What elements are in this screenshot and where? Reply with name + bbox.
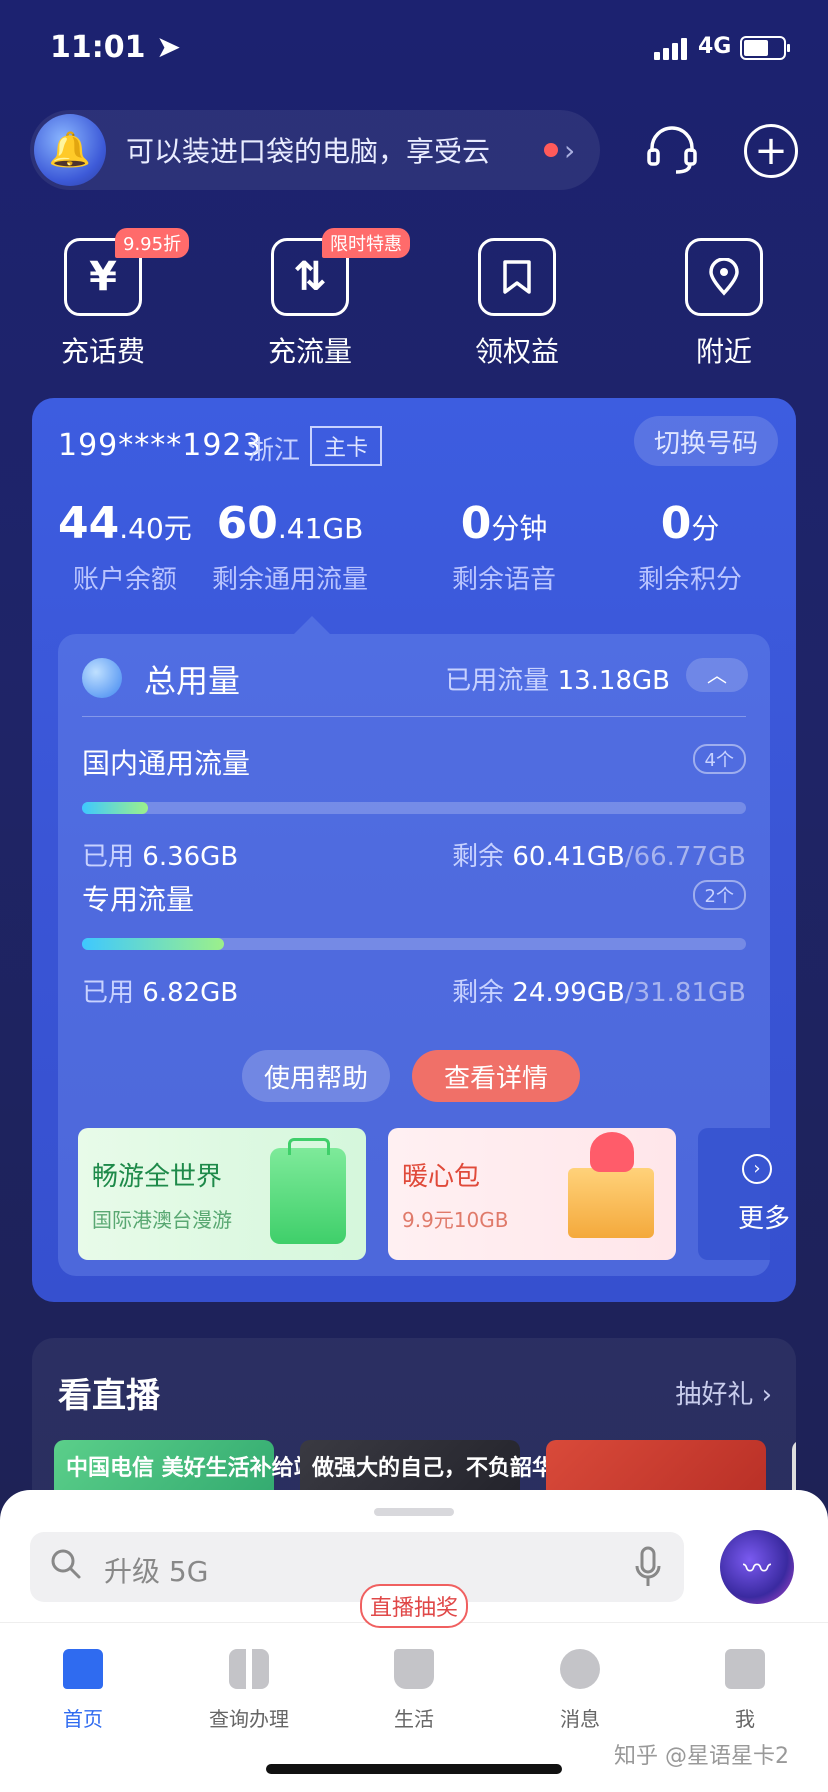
live-lottery-badge[interactable]: 直播抽奖 (360, 1584, 469, 1628)
tab-me[interactable]: 我 (685, 1649, 805, 1732)
region: 浙江 (248, 436, 301, 466)
account-card: 199****1923 浙江 主卡 切换号码 44.40元 账户余额 60.41… (32, 398, 796, 1302)
progress-bar (82, 938, 746, 950)
switch-number-button[interactable]: 切换号码 (633, 416, 778, 466)
search-icon (51, 1549, 81, 1579)
quick-action-benefits[interactable]: 领权益 (437, 238, 597, 370)
search-input[interactable]: 升级 5G (30, 1532, 684, 1602)
collapse-button[interactable]: ︿ (686, 658, 748, 692)
usage-panel: 总用量 已用流量 13.18GB ︿ 国内通用流量 4个 已用 6.36GB 剩… (58, 616, 790, 1276)
search-placeholder: 升级 5G (104, 1555, 209, 1588)
discount-badge: 9.95折 (115, 228, 190, 258)
message-icon (560, 1649, 600, 1689)
status-bar: 11:01 ➤ 4G (0, 0, 828, 100)
quick-action-label: 附近 (695, 335, 752, 368)
promo-ticker[interactable]: 🔔 可以装进口袋的电脑，享受云 › (30, 110, 600, 190)
tab-messages[interactable]: 消息 (520, 1649, 640, 1732)
quick-action-recharge[interactable]: ¥ 9.95折 充话费 (23, 228, 190, 370)
signal-icon (654, 36, 690, 60)
panel-pointer (294, 616, 330, 634)
calendar-checkin-icon (725, 1649, 765, 1689)
help-button[interactable]: 使用帮助 (242, 1050, 390, 1102)
location-icon (685, 238, 763, 316)
chevron-right-icon: › (564, 133, 576, 167)
quick-action-label: 充流量 (267, 335, 352, 368)
view-details-button[interactable]: 查看详情 (412, 1050, 580, 1102)
progress-fill (82, 802, 149, 814)
voice-assistant-icon[interactable]: 〰 (720, 1530, 794, 1604)
tab-life[interactable]: 生活 (354, 1649, 474, 1732)
quick-action-data[interactable]: ⇅ 限时特惠 充流量 (230, 228, 410, 370)
progress-bar (82, 802, 746, 814)
quick-action-nearby[interactable]: 附近 (644, 238, 804, 370)
add-button[interactable]: + (744, 124, 798, 178)
usage-section-dedicated: 专用流量 2个 已用 6.82GB 剩余 24.99GB/31.81GB (82, 878, 746, 1008)
tab-query[interactable]: 查询办理 (189, 1649, 309, 1732)
quick-action-label: 领权益 (474, 335, 559, 368)
microphone-icon[interactable] (634, 1546, 662, 1588)
stat-balance[interactable]: 44.40元 账户余额 (58, 498, 192, 596)
home-indicator (266, 1764, 562, 1774)
quick-action-label: 充话费 (60, 335, 145, 368)
cup-icon (394, 1649, 434, 1689)
usage-logo-icon (82, 658, 122, 698)
phone-number: 199****1923 (58, 428, 263, 463)
promo-badge: 限时特惠 (322, 228, 410, 258)
luggage-icon (270, 1138, 346, 1244)
battery-icon (740, 36, 790, 60)
used-total: 已用流量 13.18GB (445, 666, 670, 696)
headset-icon[interactable] (644, 122, 700, 178)
usage-section-general: 国内通用流量 4个 已用 6.36GB 剩余 60.41GB/66.77GB (82, 742, 746, 872)
stat-data[interactable]: 60.41GB 剩余通用流量 (212, 498, 368, 596)
grid-icon (229, 1649, 269, 1689)
progress-fill (82, 938, 225, 950)
stat-voice[interactable]: 0分钟 剩余语音 (452, 498, 556, 596)
chevron-right-icon: › (742, 1154, 772, 1184)
promo-text: 可以装进口袋的电脑，享受云 (126, 135, 491, 168)
drag-handle[interactable] (374, 1508, 454, 1516)
count-badge[interactable]: 2个 (692, 880, 746, 910)
lottery-link[interactable]: 抽好礼 › (675, 1374, 772, 1411)
bell-avatar-icon: 🔔 (34, 114, 106, 186)
more-promos-button[interactable]: › 更多 (698, 1128, 790, 1260)
quick-actions: ¥ 9.95折 充话费 ⇅ 限时特惠 充流量 领权益 附近 (0, 228, 828, 378)
status-time: 11:01 ➤ (50, 30, 182, 65)
watermark: 知乎 @星语星卡2 (614, 1744, 789, 1769)
account-stats: 44.40元 账户余额 60.41GB 剩余通用流量 0分钟 剩余语音 0分 剩… (32, 498, 796, 595)
divider (82, 716, 746, 717)
usage-title: 总用量 (144, 662, 241, 700)
promo-card-travel[interactable]: 畅游全世界 国际港澳台漫游 (78, 1128, 366, 1260)
tab-home[interactable]: 首页 (23, 1649, 143, 1732)
live-title: 看直播 (58, 1376, 160, 1416)
gift-box-icon (568, 1132, 654, 1238)
home-icon (63, 1649, 103, 1689)
count-badge[interactable]: 4个 (692, 744, 746, 774)
card-type-tag: 主卡 (310, 426, 383, 466)
bookmark-icon (478, 238, 556, 316)
notification-dot (544, 143, 558, 157)
stat-points[interactable]: 0分 剩余积分 (638, 498, 742, 596)
network-type: 4G (698, 34, 732, 59)
promo-card-warm[interactable]: 暖心包 9.9元10GB (388, 1128, 676, 1260)
